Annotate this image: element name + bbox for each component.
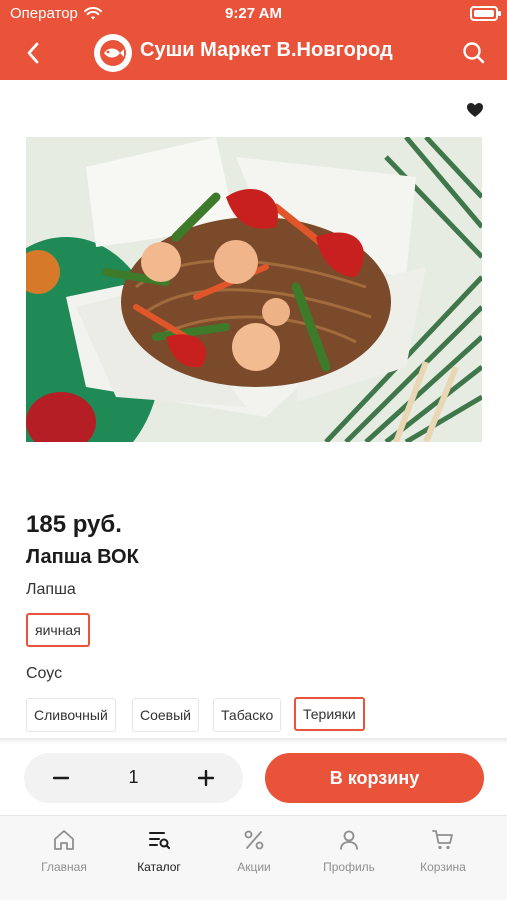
option-chip-sauce-tabasco[interactable]: Табаско: [213, 698, 282, 732]
option-chip-egg-noodle[interactable]: яичная: [26, 613, 90, 647]
quantity-stepper: 1: [24, 753, 243, 803]
plus-icon: [198, 770, 214, 786]
product-price: 185 руб.: [26, 511, 122, 538]
favorite-button[interactable]: [465, 100, 485, 120]
option-chip-sauce-teriyaki[interactable]: Терияки: [294, 697, 365, 731]
increase-button[interactable]: [181, 753, 231, 803]
percent-icon: [244, 830, 264, 850]
catalog-icon: [149, 832, 170, 849]
fish-logo-icon: [94, 34, 132, 72]
status-time: 9:27 AM: [225, 5, 282, 22]
page-title: Суши Маркет В.Новгород: [140, 39, 393, 61]
tab-promotions-label: Акции: [237, 860, 271, 874]
tab-bar: Главная Каталог Акции Профиль Корзина: [0, 815, 507, 900]
search-button[interactable]: [461, 40, 487, 66]
back-button[interactable]: [18, 38, 48, 68]
tab-cart-label: Корзина: [420, 860, 466, 874]
tab-promotions[interactable]: Акции: [214, 828, 294, 874]
product-image: [26, 137, 482, 442]
product-name: Лапша ВОК: [26, 546, 139, 568]
tab-home-label: Главная: [41, 860, 87, 874]
add-to-cart-button[interactable]: В корзину: [265, 753, 484, 803]
app-header: Оператор 9:27 AM Суши Маркет В.Новгород: [0, 0, 507, 80]
cart-icon: [432, 830, 453, 850]
battery-icon: [470, 6, 501, 21]
search-icon: [463, 42, 485, 64]
status-bar: Оператор 9:27 AM: [0, 0, 507, 28]
tab-profile[interactable]: Профиль: [309, 828, 389, 874]
option-group-label-sauce: Соус: [26, 665, 63, 682]
option-group-label-noodle: Лапша: [26, 581, 76, 598]
tab-profile-label: Профиль: [323, 860, 375, 874]
chevron-left-icon: [27, 42, 39, 64]
heart-icon: [467, 103, 483, 117]
tab-cart[interactable]: Корзина: [403, 828, 483, 874]
tab-catalog[interactable]: Каталог: [119, 828, 199, 874]
tab-catalog-label: Каталог: [137, 860, 181, 874]
tab-home[interactable]: Главная: [24, 828, 104, 874]
option-chip-sauce-soy[interactable]: Соевый: [132, 698, 200, 732]
bottom-bar-divider: [0, 738, 507, 744]
nav-bar: Суши Маркет В.Новгород: [0, 28, 507, 80]
option-chip-sauce-creamy[interactable]: Сливочный: [26, 698, 116, 732]
home-icon: [54, 830, 74, 850]
profile-icon: [340, 830, 358, 850]
